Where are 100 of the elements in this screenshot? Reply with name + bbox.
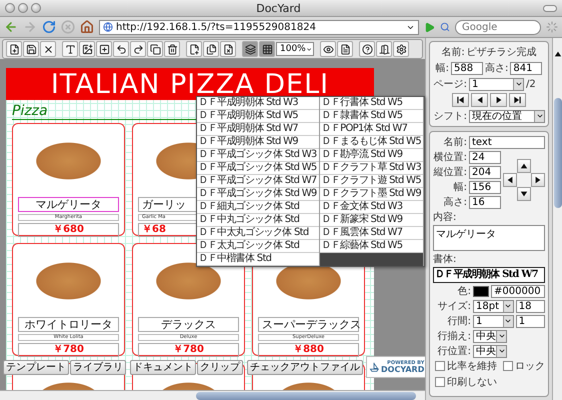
new-file-button[interactable] xyxy=(6,41,22,57)
settings-button[interactable] xyxy=(393,41,409,57)
height-field[interactable]: 841 xyxy=(510,62,542,74)
overlap-toggle[interactable] xyxy=(242,41,258,57)
name-field[interactable]: text xyxy=(469,136,545,148)
menu-item[interactable]: ＤＦ平成明朝体 Std W7 xyxy=(196,123,319,136)
panel-tab[interactable]: テンプレート xyxy=(3,360,69,374)
menu-item[interactable]: ＤＦ中太丸ゴシック体 Std xyxy=(196,227,319,240)
checkbox[interactable] xyxy=(435,361,445,371)
menu-item[interactable]: ＤＦ細丸ゴシック体 Std xyxy=(196,201,319,214)
undo-button[interactable] xyxy=(113,41,129,57)
menu-item[interactable]: ＤＦ金文体 Std W3 xyxy=(320,201,423,214)
font-field[interactable]: ＤＦ平成明朝体 Std W7 xyxy=(433,267,545,283)
save-button[interactable] xyxy=(23,41,39,57)
exit-button[interactable] xyxy=(376,41,392,57)
add-shape-button[interactable] xyxy=(96,41,112,57)
panel-tab[interactable]: チェックアウトファイル xyxy=(247,360,363,374)
menu-item[interactable]: ＤＦ平成ゴシック体 Std W7 xyxy=(196,175,319,188)
move-left-button[interactable] xyxy=(503,172,517,186)
last-page-button[interactable] xyxy=(509,93,526,107)
checkbox[interactable] xyxy=(435,377,445,387)
previous-page-button[interactable] xyxy=(471,93,488,107)
page-select[interactable]: 1 xyxy=(469,78,524,90)
number-field[interactable]: 156 xyxy=(469,180,501,194)
menu-item[interactable]: ＤＦ風雲体 Std W7 xyxy=(320,227,423,240)
number-field[interactable]: 24 xyxy=(469,150,501,164)
text-plus-icon xyxy=(64,44,76,54)
menu-item[interactable]: ＤＦ新篆宋 Std W9 xyxy=(320,214,423,227)
menu-item[interactable]: ＤＦ中丸ゴシック体 Std xyxy=(196,214,319,227)
delete-button[interactable] xyxy=(164,41,180,57)
scrollbar-thumb[interactable] xyxy=(554,98,562,208)
menu-item[interactable]: ＤＦクラフト墨 Std W9 xyxy=(320,188,423,201)
close-button[interactable] xyxy=(40,41,56,57)
add-text-button[interactable] xyxy=(62,41,78,57)
panel-tab[interactable]: ライブラリ xyxy=(70,360,126,374)
panel-tab[interactable]: ドキュメント xyxy=(130,360,196,374)
number-field[interactable]: 204 xyxy=(469,166,501,178)
move-up-button[interactable] xyxy=(517,158,531,172)
duplicate-page-button[interactable] xyxy=(203,41,219,57)
align-select[interactable]: 中央 xyxy=(473,330,507,342)
menu-item[interactable]: ＤＦ隷書体 Std W5 xyxy=(320,110,423,123)
field-label: 行間: xyxy=(446,315,471,328)
leading-field[interactable]: 1 xyxy=(516,314,545,328)
reload-button[interactable] xyxy=(42,20,56,34)
size-select[interactable]: 18pt xyxy=(473,300,514,312)
color-field[interactable]: #000000 xyxy=(491,284,545,298)
next-page-button[interactable] xyxy=(490,93,507,107)
move-down-button[interactable] xyxy=(517,186,531,200)
field-label: 名前: xyxy=(441,46,465,59)
menu-item[interactable]: ＤＦまるもじ体 Std W5 xyxy=(320,136,423,149)
item-name[interactable]: ホワイトロリータ xyxy=(18,317,119,332)
field-label: 行揃え: xyxy=(436,330,471,343)
item-name[interactable]: スーパーデラックス xyxy=(258,317,359,332)
menu-item[interactable]: ＤＦ平成明朝体 Std W9 xyxy=(196,136,319,149)
menu-item[interactable]: ＤＦ平成ゴシック体 Std W9 xyxy=(196,188,319,201)
redo-button[interactable] xyxy=(130,41,146,57)
horizontal-scrollbar[interactable] xyxy=(0,390,425,400)
zoom-select[interactable]: 100% xyxy=(276,42,314,56)
preview-button[interactable] xyxy=(320,41,336,57)
pdf-button[interactable] xyxy=(337,41,353,57)
vertical-scrollbar[interactable] xyxy=(552,38,562,400)
copy-button[interactable] xyxy=(147,41,163,57)
toolbar-toggle-button[interactable] xyxy=(543,4,557,12)
checkbox[interactable] xyxy=(503,361,513,371)
delete-page-button[interactable] xyxy=(220,41,236,57)
help-button[interactable] xyxy=(359,41,375,57)
caret-icon xyxy=(496,330,506,342)
content-field[interactable]: マルゲリータ xyxy=(433,225,545,251)
scrollbar-thumb[interactable] xyxy=(196,392,416,400)
menu-item[interactable]: ＤＦクラフト遊 Std W5 xyxy=(320,175,423,188)
first-page-button[interactable] xyxy=(452,93,469,107)
trash-icon xyxy=(166,44,178,54)
home-button[interactable] xyxy=(80,20,94,34)
leading-select[interactable]: 1 xyxy=(473,314,514,328)
menu-item[interactable]: ＤＦPOP1体 Std W7 xyxy=(320,123,423,136)
menu-item[interactable]: ＤＦ平成明朝体 Std W5 xyxy=(196,110,319,123)
size-field[interactable]: 18 xyxy=(516,300,545,312)
item-name[interactable]: マルゲリータ xyxy=(18,197,119,212)
menu-item[interactable]: ＤＦ中楷書体 Std xyxy=(196,253,319,266)
number-field[interactable]: 16 xyxy=(469,196,501,208)
menu-item[interactable]: ＤＦ平成ゴシック体 Std W5 xyxy=(196,162,319,175)
right-triangle-icon xyxy=(494,96,502,104)
vertical-align-select[interactable]: 中央 xyxy=(473,344,507,358)
menu-item[interactable]: ＤＦ行書体 Std W5 xyxy=(320,97,423,110)
add-page-button[interactable] xyxy=(186,41,202,57)
menu-item[interactable]: ＤＦクラフト草 Std W3 xyxy=(320,162,423,175)
item-price: ￥680 xyxy=(18,223,119,237)
shift-select[interactable]: 現在の位置 xyxy=(469,110,545,122)
address-field[interactable]: http://192.168.1.5/?ts=1195529081824 xyxy=(99,20,419,34)
menu-item[interactable]: ＤＦ勘亭流 Std W9 xyxy=(320,149,423,162)
search-field[interactable]: Google xyxy=(455,20,541,34)
menu-item[interactable]: ＤＦ太丸ゴシック体 Std xyxy=(196,240,319,253)
width-field[interactable]: 588 xyxy=(451,62,483,74)
item-name[interactable]: デラックス xyxy=(138,317,239,332)
add-image-button[interactable] xyxy=(79,41,95,57)
move-right-button[interactable] xyxy=(531,172,545,186)
menu-item[interactable]: ＤＦ平成ゴシック体 Std W3 xyxy=(196,149,319,162)
panel-tab[interactable]: クリップ xyxy=(197,360,243,374)
grid-toggle[interactable] xyxy=(259,41,275,57)
color-swatch[interactable] xyxy=(473,286,489,296)
